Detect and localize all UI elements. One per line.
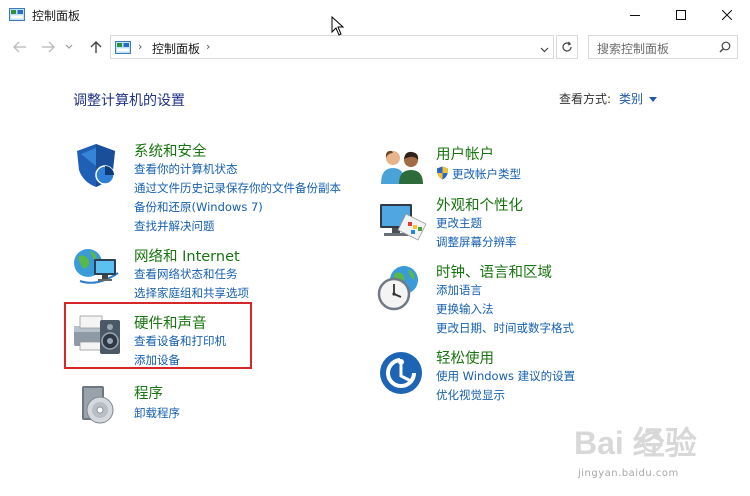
uac-shield-icon [437,166,448,180]
users-icon[interactable] [379,148,427,186]
title-bar: 控制面板 [0,0,750,30]
mouse-cursor-icon [331,16,345,36]
category-programs[interactable]: 程序 [134,382,163,403]
recent-locations-button[interactable] [64,39,74,55]
category-network-internet[interactable]: 网络和 Internet [134,245,240,266]
baidu-watermark: Bai 经验 jingyan.baidu.com [570,418,740,488]
maximize-button[interactable] [658,0,704,30]
maximize-icon [676,10,686,20]
address-history-dropdown[interactable] [540,42,549,56]
watermark-url: jingyan.baidu.com [578,468,679,479]
view-by-dropdown[interactable]: 类别 [619,92,643,106]
link-view-computer-status[interactable]: 查看你的计算机状态 [134,161,238,177]
link-screen-resolution[interactable]: 调整屏幕分辨率 [436,234,517,250]
link-homegroup-sharing[interactable]: 选择家庭组和共享选项 [134,285,249,301]
breadcrumb-separator[interactable]: › [138,40,142,53]
chevron-down-icon [65,44,73,49]
close-icon [722,10,732,20]
network-globe-icon[interactable] [72,243,122,289]
minimize-button[interactable] [612,0,658,30]
watermark-brand: Bai 经验 [574,425,697,461]
shield-icon[interactable] [73,142,119,188]
view-by-label: 查看方式: [559,92,612,106]
navigation-bar: › 控制面板 › 搜索控制面板 [0,33,750,61]
link-change-theme[interactable]: 更改主题 [436,215,482,231]
link-file-history-backup[interactable]: 通过文件历史记录保存你的文件备份副本 [134,180,341,196]
chevron-down-icon[interactable] [649,97,658,102]
category-system-security[interactable]: 系统和安全 [134,140,207,161]
breadcrumb-control-panel[interactable]: 控制面板 [152,40,200,57]
minimize-icon [630,15,640,16]
up-button[interactable] [88,39,104,55]
control-panel-icon [115,41,131,54]
link-windows-recommended-settings[interactable]: 使用 Windows 建议的设置 [436,368,575,384]
forward-button[interactable] [40,39,56,55]
window-title: 控制面板 [32,9,81,23]
control-panel-icon [9,8,25,21]
category-appearance-personalization[interactable]: 外观和个性化 [436,194,523,215]
programs-disc-icon[interactable] [78,384,120,426]
refresh-button[interactable] [556,35,578,59]
category-user-accounts[interactable]: 用户帐户 [436,143,494,164]
search-icon[interactable] [719,41,731,53]
baidu-logo-icon: Bai 经验 [574,425,697,461]
arrow-left-icon [13,41,26,53]
page-heading: 调整计算机的设置 [73,93,185,109]
refresh-icon [562,41,572,52]
chevron-down-icon [540,47,549,53]
category-ease-of-access[interactable]: 轻松使用 [436,347,494,368]
arrow-up-icon [90,41,102,53]
highlight-box [64,302,252,369]
arrow-right-icon [42,41,55,53]
link-change-input-method[interactable]: 更换输入法 [436,301,494,317]
link-optimize-visual-display[interactable]: 优化视觉显示 [436,387,505,403]
close-button[interactable] [704,0,750,30]
back-button[interactable] [12,39,28,55]
link-add-language[interactable]: 添加语言 [436,282,482,298]
link-uninstall-program[interactable]: 卸载程序 [134,405,180,421]
clock-globe-icon[interactable] [376,264,424,312]
link-change-account-type[interactable]: 更改帐户类型 [452,166,521,182]
display-paint-icon[interactable] [378,200,428,244]
breadcrumb-separator[interactable]: › [206,40,210,53]
category-clock-language-region[interactable]: 时钟、语言和区域 [436,261,552,282]
view-by: 查看方式: 类别 [559,90,658,107]
search-input[interactable]: 搜索控制面板 [597,40,669,57]
link-backup-restore[interactable]: 备份和还原(Windows 7) [134,199,263,215]
address-bar[interactable]: › 控制面板 › [110,35,554,59]
link-network-status[interactable]: 查看网络状态和任务 [134,266,238,282]
ease-of-access-icon[interactable] [378,350,424,396]
link-change-date-time-format[interactable]: 更改日期、时间或数字格式 [436,320,574,336]
search-box[interactable]: 搜索控制面板 [588,35,738,59]
link-troubleshoot[interactable]: 查找并解决问题 [134,218,215,234]
